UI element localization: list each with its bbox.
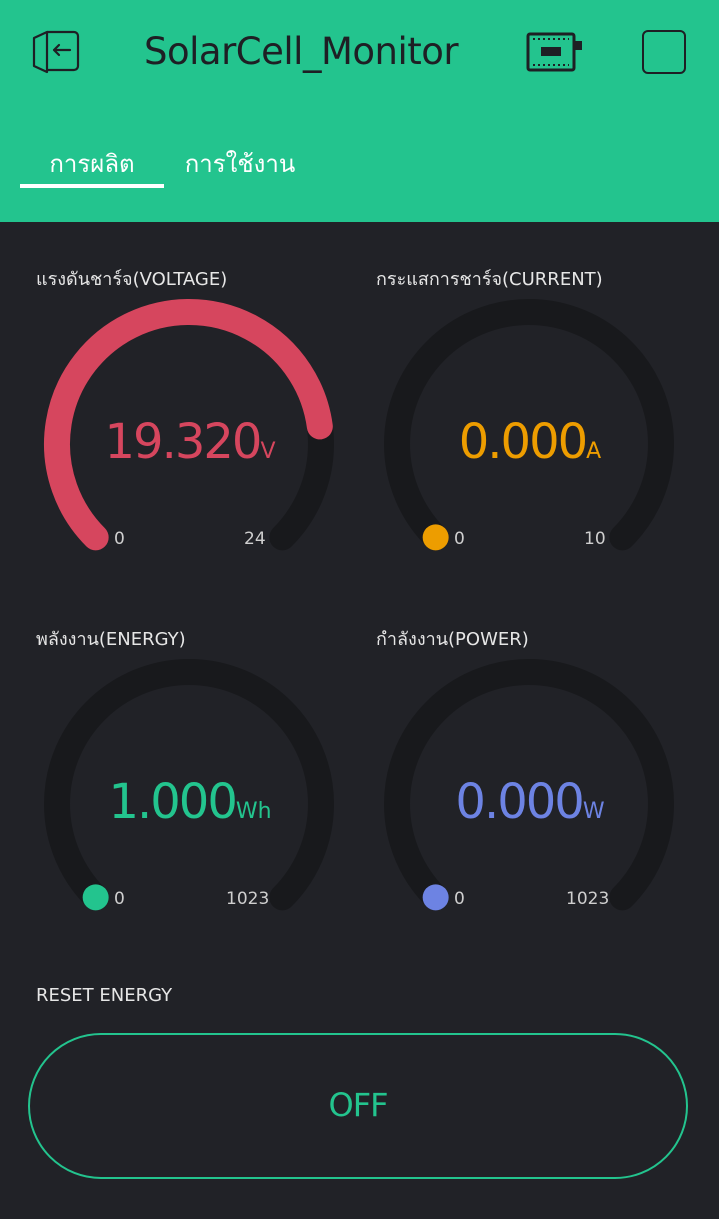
app-title: SolarCell_Monitor (144, 30, 459, 73)
reset-energy-label: RESET ENERGY (36, 985, 173, 1006)
gauge-indicator-dot (82, 884, 109, 911)
reset-energy-button[interactable]: OFF (28, 1033, 688, 1179)
gauge-value: 0.000A (376, 414, 684, 470)
square-outline-icon[interactable] (642, 30, 686, 74)
gauge-max: 1023 (226, 889, 270, 909)
gauge-current: กระแสการชาร์จ(CURRENT) 0.000A 0 10 (376, 264, 716, 584)
gauge-max: 24 (244, 529, 266, 549)
gauge-value: 0.000W (376, 774, 684, 830)
gauge-value: 19.320V (36, 414, 344, 470)
gauge-unit: Wh (235, 799, 272, 824)
gauge-power: กำลังงาน(POWER) 0.000W 0 1023 (376, 624, 716, 944)
gauge-min: 0 (454, 529, 465, 549)
gauge-indicator-dot (422, 524, 449, 551)
gauge-number: 1.000 (108, 774, 237, 830)
gauge-min: 0 (114, 889, 125, 909)
app-header: SolarCell_Monitor การผลิต การใช้งาน (0, 0, 719, 222)
hardware-device-icon[interactable] (525, 30, 585, 74)
gauge-number: 0.000 (458, 414, 588, 470)
gauge-min: 0 (454, 889, 465, 909)
gauge-number: 19.320 (104, 414, 262, 470)
exit-icon[interactable] (30, 28, 82, 76)
gauge-unit: V (260, 439, 276, 464)
tab-production[interactable]: การผลิต (20, 142, 164, 186)
gauge-indicator-dot (422, 884, 449, 911)
tab-usage[interactable]: การใช้งาน (170, 142, 310, 186)
active-tab-indicator (20, 184, 164, 188)
reset-button-label: OFF (328, 1086, 389, 1124)
gauge-max: 1023 (566, 889, 610, 909)
gauge-min: 0 (114, 529, 125, 549)
gauge-unit: A (586, 439, 602, 464)
gauge-max: 10 (584, 529, 606, 549)
gauge-value: 1.000Wh (36, 774, 344, 830)
gauge-unit: W (582, 799, 605, 824)
gauge-voltage: แรงดันชาร์จ(VOLTAGE) 19.320V 0 24 (36, 264, 376, 584)
gauge-energy: พลังงาน(ENERGY) 1.000Wh 0 1023 (36, 624, 376, 944)
gauge-number: 0.000 (455, 774, 584, 830)
